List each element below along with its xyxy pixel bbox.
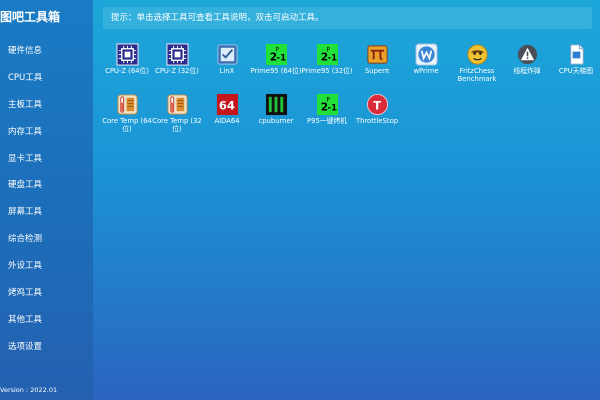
app-title: 图吧工具箱 <box>0 10 61 24</box>
tool-superpi[interactable]: Superπ <box>351 43 403 75</box>
tool-wprime[interactable]: wPrime <box>400 43 452 75</box>
tool-label: CPU天梯图 <box>558 67 594 75</box>
sidebar-item-peripheral-tools[interactable]: 外设工具 <box>8 253 42 280</box>
tool-fritzchess[interactable]: FritzChess Benchmark <box>451 43 503 83</box>
sidebar-item-screen-tools[interactable]: 屏幕工具 <box>8 199 42 226</box>
tool-thread-bomb[interactable]: 线程炸弹 <box>501 43 553 75</box>
aida64-icon: 64 <box>216 93 238 116</box>
tool-prime95-64[interactable]: 2 P -1 Prime95 (64位) <box>250 43 302 75</box>
tool-label: Core Temp (32位) <box>152 117 202 133</box>
cpuburner-icon <box>265 93 287 116</box>
throttlestop-icon: T <box>366 93 388 116</box>
svg-text:T: T <box>373 98 381 112</box>
document-icon <box>569 44 584 65</box>
tool-label: ThrottleStop <box>355 117 399 125</box>
svg-text:-1: -1 <box>327 53 337 63</box>
cpu-z-icon <box>115 43 139 66</box>
linx-icon <box>216 44 238 65</box>
sidebar-item-memory-tools[interactable]: 内存工具 <box>8 119 42 146</box>
sidebar-item-stress-tools[interactable]: 烤鸡工具 <box>8 280 42 307</box>
svg-text:64: 64 <box>218 98 234 112</box>
superpi-icon <box>366 45 388 64</box>
sidebar-item-other-tools[interactable]: 其他工具 <box>8 307 42 334</box>
tool-linx[interactable]: LinX <box>201 43 253 75</box>
tool-throttlestop[interactable]: T ThrottleStop <box>351 93 403 125</box>
tool-label: CPU-Z (32位) <box>155 67 199 75</box>
tool-aida64[interactable]: 64 AIDA64 <box>201 93 253 125</box>
sidebar-item-settings[interactable]: 选项设置 <box>8 334 42 361</box>
sidebar-menu: 硬件信息 CPU工具 主板工具 内存工具 显卡工具 硬盘工具 屏幕工具 综合检测… <box>8 38 42 361</box>
tool-cpuz-64[interactable]: CPU-Z (64位) <box>101 43 153 75</box>
sidebar-item-disk-tools[interactable]: 硬盘工具 <box>8 172 42 199</box>
sidebar-item-motherboard-tools[interactable]: 主板工具 <box>8 92 42 119</box>
tool-prime95-32[interactable]: 2 P -1 Prime95 (32位) <box>301 43 353 75</box>
sidebar-item-hardware-info[interactable]: 硬件信息 <box>8 38 42 65</box>
svg-text:-1: -1 <box>327 103 337 113</box>
coretemp-icon <box>166 94 188 115</box>
prime95-icon: 2 P -1 <box>316 43 338 66</box>
tool-cpuz-32[interactable]: CPU-Z (32位) <box>151 43 203 75</box>
tool-label: Prime95 (32位) <box>301 67 353 75</box>
sidebar-item-comprehensive-test[interactable]: 综合检测 <box>8 226 42 253</box>
tool-cpuburner[interactable]: cpuburner <box>250 93 302 125</box>
prime95-icon: 2 P -1 <box>316 93 338 116</box>
tool-label: Superπ <box>364 67 389 75</box>
sidebar-item-cpu-tools[interactable]: CPU工具 <box>8 65 42 92</box>
sidebar-item-gpu-tools[interactable]: 显卡工具 <box>8 146 42 173</box>
tool-label: LinX <box>219 67 235 75</box>
app-window: 图吧工具箱 硬件信息 CPU工具 主板工具 内存工具 显卡工具 硬盘工具 屏幕工… <box>0 0 600 400</box>
version-label: Version : 2022.01 <box>0 386 58 394</box>
tool-coretemp-32[interactable]: Core Temp (32位) <box>151 93 203 133</box>
warning-icon <box>517 44 537 65</box>
tool-label: wPrime <box>413 67 439 75</box>
tool-coretemp-64[interactable]: Core Temp (64位) <box>101 93 153 133</box>
tool-p95-oneclick[interactable]: 2 P -1 P95一键烤机 <box>301 93 353 125</box>
coretemp-icon <box>116 94 138 115</box>
cpu-z-icon <box>165 43 189 66</box>
tool-cpu-ladder[interactable]: CPU天梯图 <box>550 43 600 75</box>
tool-label: P95一键烤机 <box>307 117 347 125</box>
prime95-icon: 2 P -1 <box>265 43 287 66</box>
tool-label: CPU-Z (64位) <box>105 67 149 75</box>
sidebar: 图吧工具箱 硬件信息 CPU工具 主板工具 内存工具 显卡工具 硬盘工具 屏幕工… <box>0 0 93 400</box>
hint-bar: 提示：单击选择工具可查看工具说明，双击可启动工具。 <box>103 7 592 29</box>
tool-label: 线程炸弹 <box>513 67 541 75</box>
tool-label: cpuburner <box>258 117 294 125</box>
wprime-icon <box>414 43 438 66</box>
tool-label: AIDA64 <box>214 117 240 125</box>
svg-text:-1: -1 <box>276 53 286 63</box>
tool-label: Core Temp (64位) <box>102 117 152 133</box>
fritzchess-icon <box>466 44 488 65</box>
tool-label: FritzChess Benchmark <box>457 67 497 83</box>
tool-label: Prime95 (64位) <box>250 67 302 75</box>
